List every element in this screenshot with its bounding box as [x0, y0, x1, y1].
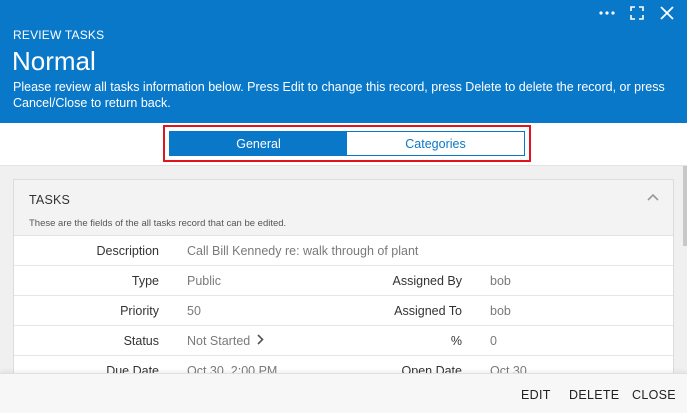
- description-value: Call Bill Kennedy re: walk through of pl…: [187, 244, 419, 258]
- more-icon[interactable]: [597, 4, 617, 22]
- dialog-header: REVIEW TASKS Normal Please review all ta…: [0, 0, 687, 123]
- field-row-description: Description Call Bill Kennedy re: walk t…: [14, 236, 673, 266]
- open-date-label: Open Date: [401, 364, 462, 373]
- open-date-value: Oct 30: [490, 364, 527, 373]
- description-label: Description: [96, 244, 159, 258]
- status-label: Status: [123, 334, 159, 348]
- status-value-text: Not Started: [187, 334, 251, 348]
- scrollbar[interactable]: [683, 166, 687, 246]
- chevron-up-icon[interactable]: [645, 190, 661, 206]
- section-label: REVIEW TASKS: [13, 28, 105, 42]
- close-icon[interactable]: [657, 4, 677, 22]
- dialog-footer: EDIT DELETE CLOSE: [0, 373, 687, 413]
- header-description: Please review all tasks information belo…: [13, 80, 665, 110]
- edit-button[interactable]: EDIT: [521, 388, 551, 402]
- tab-highlight-box: General Categories: [163, 125, 531, 162]
- tab-group: General Categories: [169, 131, 525, 156]
- assigned-by-value: bob: [490, 274, 511, 288]
- due-date-value: Oct 30, 2:00 PM: [187, 364, 278, 373]
- field-row: Due Date Oct 30, 2:00 PM Open Date Oct 3…: [14, 356, 673, 373]
- page-title: Normal: [12, 46, 96, 76]
- percent-label: %: [450, 334, 462, 348]
- panel-subtitle: These are the fields of the all tasks re…: [29, 218, 287, 229]
- assigned-to-label: Assigned To: [394, 304, 462, 318]
- tab-bar: General Categories: [0, 123, 687, 166]
- type-label: Type: [131, 274, 159, 288]
- tasks-panel: TASKS These are the fields of the all ta…: [13, 179, 674, 373]
- content-area: TASKS These are the fields of the all ta…: [0, 166, 687, 373]
- panel-title: TASKS: [29, 193, 71, 207]
- field-row: Type Public Assigned By bob: [14, 266, 673, 296]
- panel-header: TASKS These are the fields of the all ta…: [14, 180, 673, 236]
- field-row: Status Not Started % 0: [14, 326, 673, 356]
- window-controls: [597, 4, 677, 22]
- field-row: Priority 50 Assigned To bob: [14, 296, 673, 326]
- delete-button[interactable]: DELETE: [569, 388, 619, 402]
- due-date-label: Due Date: [106, 364, 159, 373]
- fullscreen-icon[interactable]: [627, 4, 647, 22]
- tab-general[interactable]: General: [170, 132, 347, 155]
- tab-categories[interactable]: Categories: [347, 132, 524, 155]
- close-button[interactable]: CLOSE: [632, 388, 676, 402]
- status-value[interactable]: Not Started: [187, 334, 264, 348]
- priority-label: Priority: [120, 304, 159, 318]
- assigned-by-label: Assigned By: [392, 274, 462, 288]
- percent-value: 0: [490, 334, 497, 348]
- assigned-to-value: bob: [490, 304, 511, 318]
- chevron-right-icon: [257, 334, 264, 345]
- priority-value: 50: [187, 304, 201, 318]
- type-value: Public: [187, 274, 222, 288]
